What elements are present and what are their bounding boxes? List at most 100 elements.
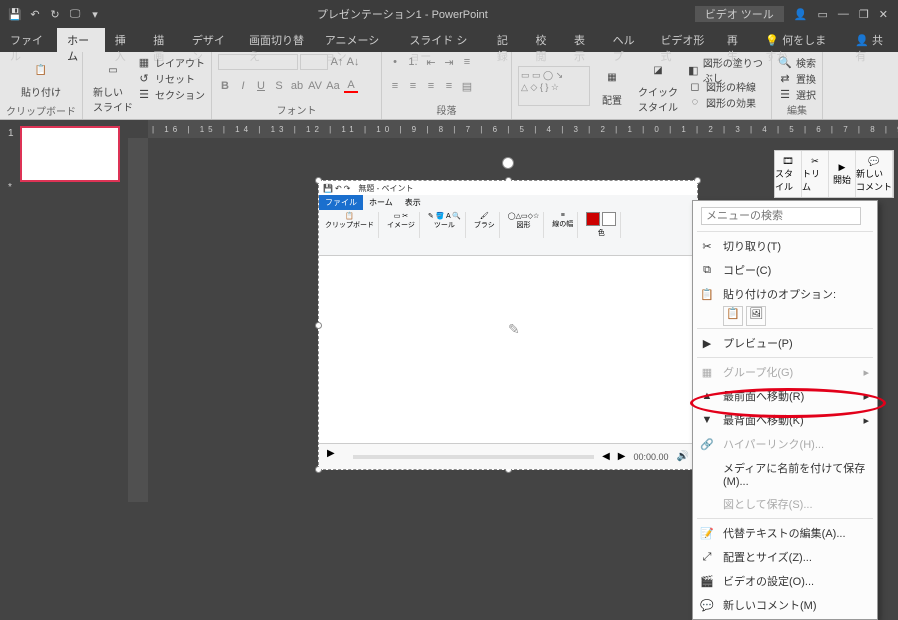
ribbon-display-options-icon[interactable]: ▭ xyxy=(818,8,828,21)
align-center-icon[interactable]: ≡ xyxy=(406,79,420,93)
paint-color2-icon[interactable] xyxy=(602,212,616,226)
paste-option-keep-icon[interactable]: 📋 xyxy=(723,306,743,326)
increase-font-icon[interactable]: A↑ xyxy=(330,55,344,69)
strike-icon[interactable]: S xyxy=(272,79,286,93)
tab-record[interactable]: 記録 xyxy=(487,28,526,52)
shape-effects-button[interactable]: 図形の効果 xyxy=(706,95,756,110)
tell-me[interactable]: 💡 何をしますか xyxy=(755,28,845,52)
paste-option-picture-icon[interactable]: 🖼 xyxy=(746,306,766,326)
paste-button[interactable]: 📋 貼り付け xyxy=(6,54,76,103)
paint-tools-icon[interactable]: ✎ 🪣 A 🔍 xyxy=(428,212,461,220)
columns-icon[interactable]: ▤ xyxy=(460,79,474,93)
rotate-handle[interactable] xyxy=(502,157,514,169)
qat-start-from-beginning[interactable]: 🖵 xyxy=(68,8,82,21)
media-progress-bar[interactable] xyxy=(353,455,594,459)
slide-thumbnail-1[interactable] xyxy=(20,126,120,182)
shadow-icon[interactable]: ab xyxy=(290,79,304,93)
menu-new-comment[interactable]: 💬新しいコメント(M) xyxy=(693,593,877,617)
tab-video-format[interactable]: ビデオ形式 xyxy=(650,28,716,52)
video-start-button[interactable]: ▶開始 xyxy=(829,151,856,197)
qat-undo[interactable]: ↶ xyxy=(28,8,42,21)
find-button[interactable]: 検索 xyxy=(796,55,816,70)
case-icon[interactable]: Aa xyxy=(326,79,340,93)
tab-insert[interactable]: 挿入 xyxy=(105,28,144,52)
media-next-button[interactable]: ▶ xyxy=(618,451,626,462)
paint-qat-redo-icon[interactable]: ↷ xyxy=(344,184,351,193)
qat-save[interactable]: 💾 xyxy=(8,8,22,21)
font-size-box[interactable] xyxy=(300,54,328,70)
underline-icon[interactable]: U xyxy=(254,79,268,93)
line-spacing-icon[interactable]: ≡ xyxy=(460,55,474,69)
reset-button[interactable]: リセット xyxy=(155,71,195,86)
menu-alt-text[interactable]: 📝代替テキストの編集(A)... xyxy=(693,521,877,545)
font-box[interactable] xyxy=(218,54,298,70)
tab-slideshow[interactable]: スライド ショー xyxy=(399,28,487,52)
paint-tab-view[interactable]: 表示 xyxy=(399,195,427,210)
menu-size-pos[interactable]: ⤢配置とサイズ(Z)... xyxy=(693,545,877,569)
bold-icon[interactable]: B xyxy=(218,79,232,93)
menu-bring-front[interactable]: ▲最前面へ移動(R)▸ xyxy=(693,384,877,408)
new-slide-button[interactable]: ▭ 新しい スライド xyxy=(89,54,137,118)
menu-copy[interactable]: ⧉コピー(C) xyxy=(693,258,877,282)
tab-file[interactable]: ファイル xyxy=(0,28,57,52)
paint-select-icon[interactable]: ▭ ✂ xyxy=(387,212,415,220)
menu-send-back[interactable]: ▼最背面へ移動(K)▸ xyxy=(693,408,877,432)
video-trim-button[interactable]: ✂トリム xyxy=(802,151,829,197)
italic-icon[interactable]: I xyxy=(236,79,250,93)
menu-preview[interactable]: ▶プレビュー(P) xyxy=(693,331,877,355)
paint-qat-save-icon[interactable]: 💾 xyxy=(323,184,333,193)
qat-more[interactable]: ▾ xyxy=(88,8,102,21)
media-play-button[interactable]: ▶ xyxy=(327,448,345,466)
align-left-icon[interactable]: ≡ xyxy=(388,79,402,93)
video-object-selected[interactable]: 💾 ↶ ↷ 無題 - ペイント ファイル ホーム 表示 📋クリップボード ▭ ✂… xyxy=(318,180,698,470)
menu-cut[interactable]: ✂切り取り(T) xyxy=(693,234,877,258)
tab-design[interactable]: デザイン xyxy=(182,28,239,52)
arrange-button[interactable]: ▦配置 xyxy=(596,62,628,111)
align-right-icon[interactable]: ≡ xyxy=(424,79,438,93)
tab-transitions[interactable]: 画面切り替え xyxy=(239,28,315,52)
font-color-icon[interactable]: A xyxy=(344,79,358,93)
tab-home[interactable]: ホーム xyxy=(57,28,105,52)
select-button[interactable]: 選択 xyxy=(796,87,816,102)
qat-redo[interactable]: ↻ xyxy=(48,8,62,21)
paint-qat-undo-icon[interactable]: ↶ xyxy=(335,184,342,193)
paint-color1-icon[interactable] xyxy=(586,212,600,226)
decrease-font-icon[interactable]: A↓ xyxy=(346,55,360,69)
menu-save-media[interactable]: メディアに名前を付けて保存(M)... xyxy=(693,456,877,492)
paint-brush-icon[interactable]: 🖌 xyxy=(474,212,495,220)
numbering-icon[interactable]: 1. xyxy=(406,55,420,69)
close-icon[interactable]: ✕ xyxy=(879,8,888,21)
menu-video-settings[interactable]: 🎬ビデオの設定(O)... xyxy=(693,569,877,593)
paint-shapes-icon[interactable]: ◯△▭◇☆ xyxy=(508,212,540,220)
tab-review[interactable]: 校閲 xyxy=(525,28,564,52)
indent-inc-icon[interactable]: ⇥ xyxy=(442,55,456,69)
replace-button[interactable]: 置換 xyxy=(796,71,816,86)
paint-tab-file[interactable]: ファイル xyxy=(319,195,363,210)
paint-line-width-icon[interactable]: ≡ xyxy=(552,212,573,219)
new-comment-button[interactable]: 💬新しい コメント xyxy=(856,151,893,197)
restore-icon[interactable]: ❐ xyxy=(859,8,869,21)
minimize-icon[interactable]: — xyxy=(838,8,849,21)
tab-playback[interactable]: 再生 xyxy=(717,28,756,52)
shapes-gallery[interactable]: ▭ ▭ ◯ ↘△ ◇ { } ☆ xyxy=(518,66,590,106)
paint-paste-icon[interactable]: 📋 xyxy=(325,212,374,220)
section-button[interactable]: セクション xyxy=(155,87,205,102)
tab-view[interactable]: 表示 xyxy=(564,28,603,52)
media-prev-button[interactable]: ◀ xyxy=(602,451,610,462)
tab-draw[interactable]: 描画 xyxy=(143,28,182,52)
indent-dec-icon[interactable]: ⇤ xyxy=(424,55,438,69)
tab-animations[interactable]: アニメーション xyxy=(315,28,400,52)
menu-search-input[interactable] xyxy=(701,207,861,225)
justify-icon[interactable]: ≡ xyxy=(442,79,456,93)
share-button[interactable]: 👤 共有 xyxy=(845,28,898,52)
account-icon[interactable]: 👤 xyxy=(794,8,808,21)
spacing-icon[interactable]: AV xyxy=(308,79,322,93)
video-style-button[interactable]: 🎞スタイル xyxy=(775,151,802,197)
shape-outline-button[interactable]: 図形の枠線 xyxy=(706,79,756,94)
bullets-icon[interactable]: • xyxy=(388,55,402,69)
layout-button[interactable]: レイアウト xyxy=(155,55,205,70)
media-volume-button[interactable]: 🔊 xyxy=(677,451,689,462)
tab-help[interactable]: ヘルプ xyxy=(603,28,651,52)
paint-tab-home[interactable]: ホーム xyxy=(363,195,399,210)
quick-style-button[interactable]: ◪クイック スタイル xyxy=(634,54,682,118)
